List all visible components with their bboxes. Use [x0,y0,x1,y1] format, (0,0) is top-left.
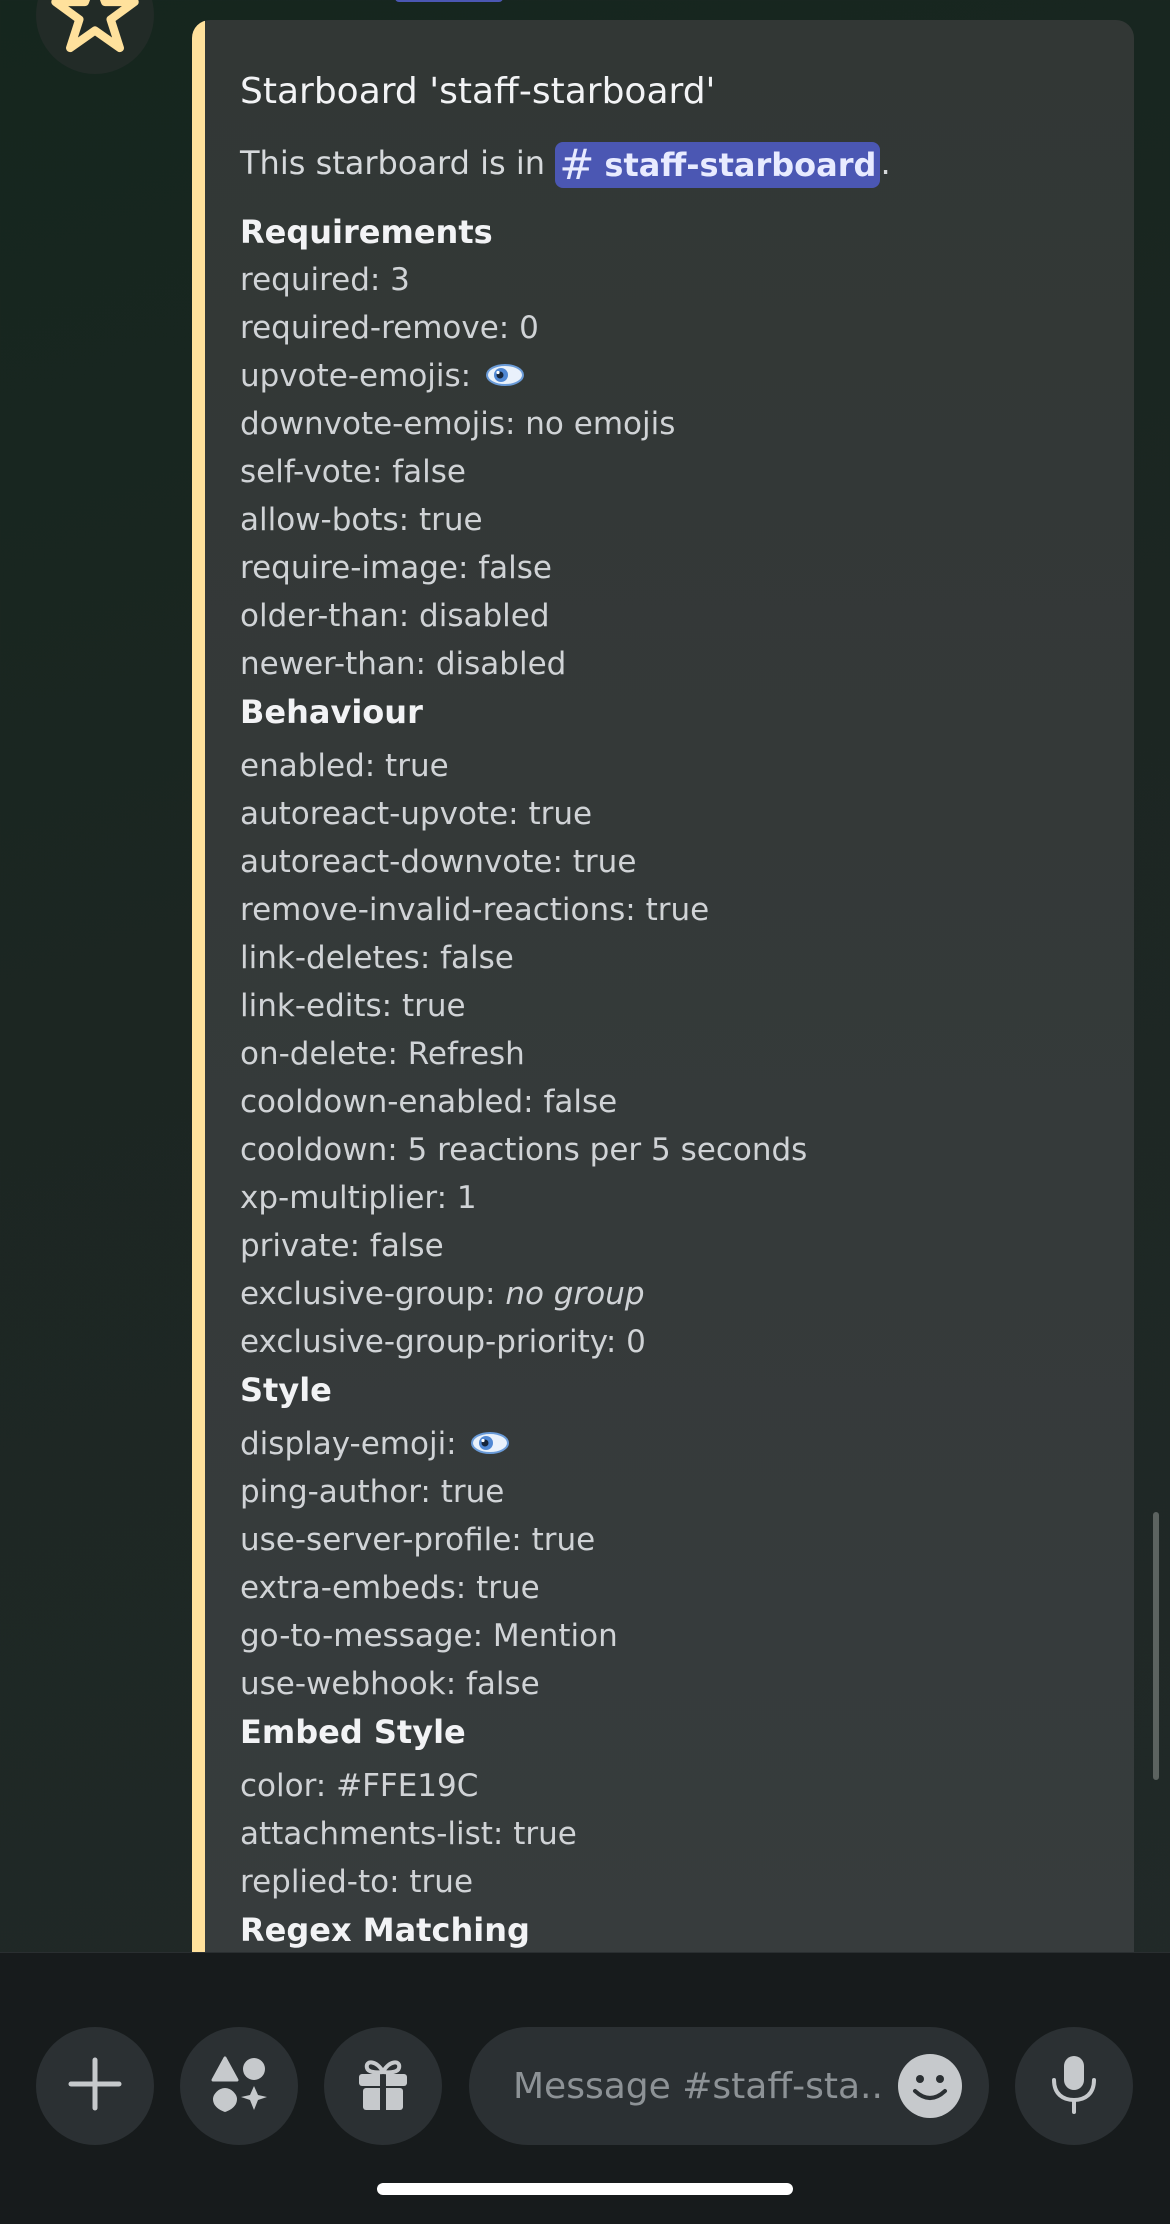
config-row-exclusive-group: exclusive-group: no group [240,1270,1104,1318]
description-suffix: . [880,144,891,183]
config-row-on-delete: on-delete: Refresh [240,1036,525,1073]
gift-button[interactable] [324,2027,442,2145]
config-row-downvote-emojis: downvote-emojis: no emojis [240,406,676,443]
section-regex-matching-title: Regex Matching [240,1911,530,1950]
embed-title: Starboard 'staff-starboard' [240,71,716,112]
embed-body: Starboard 'staff-starboard' This starboa… [240,70,1104,1952]
config-row-color: color: #FFE19C [240,1768,479,1805]
embed-description: This starboard is in # staff-starboard. [240,139,1104,190]
section-embed-style-title: Embed Style [240,1713,466,1752]
config-row-link-edits: link-edits: true [240,988,466,1025]
config-row-allow-bots: allow-bots: true [240,502,483,539]
section-behaviour-title: Behaviour [240,693,423,732]
config-row-attachments-list: attachments-list: true [240,1816,577,1853]
config-row-upvote-emojis: upvote-emojis: [240,352,1104,400]
emoji-icon[interactable] [897,2053,963,2119]
eye-emoji-icon [485,354,525,402]
section-requirements-title: Requirements [240,213,493,252]
display-emoji-label: display-emoji: [240,1426,457,1463]
config-row-display-emoji: display-emoji: [240,1420,1104,1468]
config-row-cooldown-enabled: cooldown-enabled: false [240,1084,618,1121]
upvote-emojis-label: upvote-emojis: [240,358,472,395]
voice-message-button[interactable] [1015,2027,1133,2145]
apps-icon [207,2052,271,2120]
config-row-autoreact-upvote: autoreact-upvote: true [240,796,593,833]
config-row-go-to-message: go-to-message: Mention [240,1618,618,1655]
config-row-self-vote: self-vote: false [240,454,466,491]
exclusive-group-value: no group [505,1276,645,1313]
channel-mention-label: staff-starboard [604,146,877,185]
scrollbar[interactable] [1153,1512,1159,1780]
message-feed[interactable]: Starboard 'staff-starboard' This starboa… [0,0,1170,1952]
star-icon [49,0,141,63]
config-row-require-image: require-image: false [240,550,552,587]
config-row-enabled: enabled: true [240,748,449,785]
message-input-container[interactable] [469,2027,989,2145]
bot-avatar[interactable] [36,0,154,74]
hash-icon: # [559,140,595,190]
config-row-remove-invalid-reactions: remove-invalid-reactions: true [240,892,710,929]
home-indicator[interactable] [377,2183,793,2195]
config-row-autoreact-downvote: autoreact-downvote: true [240,844,637,881]
channel-mention[interactable]: # staff-starboard [555,140,881,190]
config-row-xp-multiplier: xp-multiplier: 1 [240,1180,477,1217]
config-row-newer-than: newer-than: disabled [240,646,567,683]
config-row-extra-embeds: extra-embeds: true [240,1570,540,1607]
microphone-icon [1044,2052,1104,2120]
eye-emoji-icon [470,1422,510,1470]
config-row-replied-to: replied-to: true [240,1864,474,1901]
config-row-link-deletes: link-deletes: false [240,940,514,977]
config-row-use-server-profile: use-server-profile: true [240,1522,596,1559]
message-input[interactable] [511,2064,887,2108]
section-style-title: Style [240,1371,332,1410]
apps-button[interactable] [180,2027,298,2145]
config-row-exclusive-group-priority: exclusive-group-priority: 0 [240,1324,646,1361]
config-row-required-remove: required-remove: 0 [240,310,539,347]
config-row-older-than: older-than: disabled [240,598,550,635]
config-row-required: required: 3 [240,262,410,299]
config-row-use-webhook: use-webhook: false [240,1666,540,1703]
gift-icon [351,2052,415,2120]
starboard-embed: Starboard 'staff-starboard' This starboa… [192,20,1134,1952]
config-row-private: private: false [240,1228,444,1265]
exclusive-group-label: exclusive-group: [240,1276,496,1313]
config-row-cooldown: cooldown: 5 reactions per 5 seconds [240,1132,808,1169]
description-prefix: This starboard is in [240,144,556,183]
add-attachment-button[interactable] [36,2027,154,2145]
config-row-ping-author: ping-author: true [240,1474,505,1511]
previous-mention-fragment [395,0,503,2]
plus-icon [65,2054,125,2118]
embed-accent-bar [192,20,205,1952]
